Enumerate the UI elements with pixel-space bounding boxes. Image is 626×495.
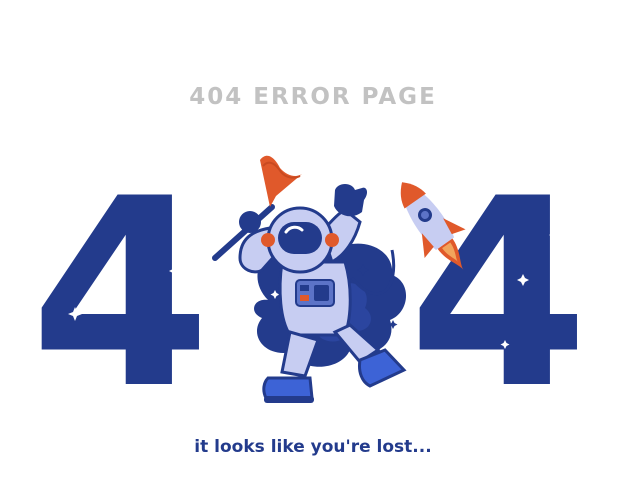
star-icon bbox=[357, 264, 369, 276]
flag bbox=[212, 155, 302, 261]
lost-message: it looks like you're lost... bbox=[194, 437, 432, 457]
astronaut bbox=[238, 184, 407, 403]
star-icon bbox=[295, 336, 305, 345]
star-icon bbox=[388, 320, 398, 329]
error-digit-left: 4 bbox=[30, 144, 211, 446]
error-digit-right: 4 bbox=[408, 144, 589, 446]
star-icon bbox=[270, 290, 280, 299]
page-title: 404 ERROR PAGE bbox=[189, 84, 437, 110]
outer-stars bbox=[357, 264, 398, 329]
tether-line bbox=[350, 249, 396, 296]
space-cloud bbox=[254, 237, 407, 367]
error-page: 404 ERROR PAGE 4 4 it looks like you're … bbox=[0, 0, 626, 495]
